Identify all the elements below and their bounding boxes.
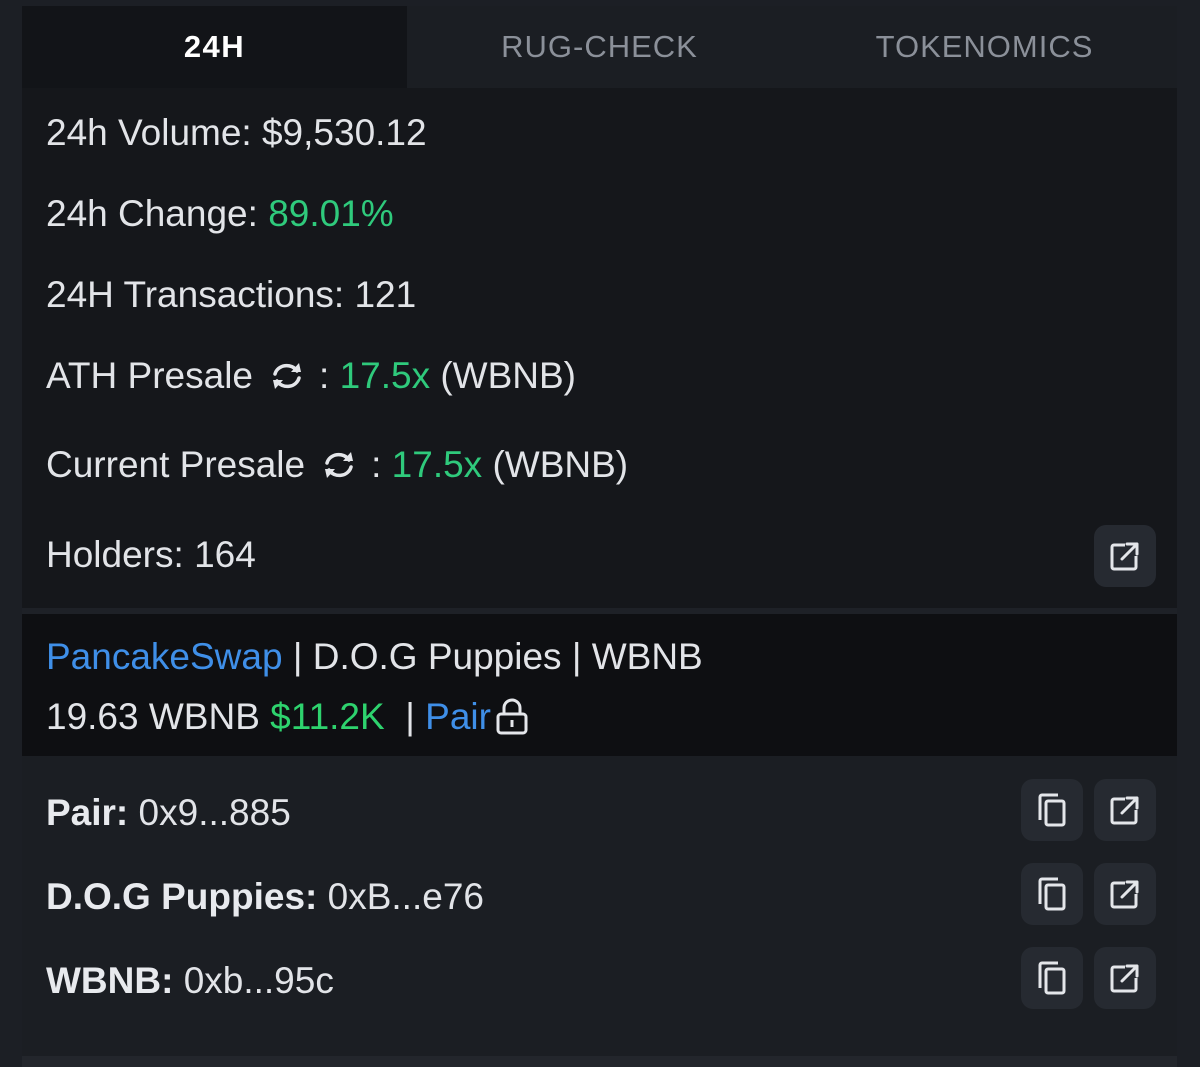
volume-stat: 24h Volume: $9,530.12: [46, 112, 427, 154]
current-presale-label: Current Presale: [46, 444, 306, 485]
external-link-button[interactable]: [1094, 779, 1156, 841]
lock-icon: [496, 698, 528, 735]
address-label: WBNB:: [46, 960, 184, 1001]
external-link-button[interactable]: [1094, 863, 1156, 925]
pair-sep: |: [561, 636, 592, 677]
pair-link[interactable]: Pair: [425, 696, 491, 738]
volume-value: $9,530.12: [261, 112, 427, 153]
copy-icon: [1038, 961, 1066, 995]
pair-token-name: D.O.G Puppies: [312, 636, 562, 677]
copy-icon: [1038, 877, 1066, 911]
ath-presale-unit: (WBNB): [440, 355, 577, 396]
ath-presale-value: 17.5x: [339, 355, 431, 396]
tab-rug-check[interactable]: RUG-CHECK: [407, 6, 792, 88]
pair-quote-name: WBNB: [591, 636, 703, 677]
address-label: Pair:: [46, 792, 139, 833]
pair-sep: |: [282, 636, 313, 677]
change-stat: 24h Change: 89.01%: [46, 193, 394, 235]
address-row-token: D.O.G Puppies: 0xB...e76: [46, 876, 484, 918]
tab-24h[interactable]: 24H: [22, 6, 407, 88]
current-presale-stat: Current Presale : 17.5x (WBNB): [46, 444, 628, 486]
change-label: 24h Change:: [46, 193, 269, 234]
address-value: 0xb...95c: [183, 960, 334, 1001]
divider: [22, 1056, 1177, 1067]
current-presale-value: 17.5x: [391, 444, 483, 485]
change-value: 89.01%: [268, 193, 394, 234]
holders-value: 164: [194, 534, 256, 575]
holders-label: Holders:: [46, 534, 195, 575]
ath-presale-sep: :: [319, 355, 340, 396]
copy-button[interactable]: [1021, 779, 1083, 841]
copy-button[interactable]: [1021, 863, 1083, 925]
liquidity-usd: $11.2K: [270, 696, 385, 737]
pair-summary: PancakeSwap | D.O.G Puppies | WBNB 19.63…: [22, 614, 1177, 756]
address-label: D.O.G Puppies:: [46, 876, 328, 917]
refresh-icon[interactable]: [319, 445, 359, 485]
transactions-value: 121: [354, 274, 417, 315]
token-info-panel: 24H RUG-CHECK TOKENOMICS 24h Volume: $9,…: [22, 6, 1177, 1067]
pair-title-line: PancakeSwap | D.O.G Puppies | WBNB: [46, 636, 703, 678]
address-row-wbnb: WBNB: 0xb...95c: [46, 960, 334, 1002]
address-list: Pair: 0x9...885 D.O.G Puppies: 0xB...e76: [22, 756, 1177, 1056]
external-link-icon: [1110, 964, 1139, 993]
current-presale-sep: :: [371, 444, 392, 485]
tab-bar: 24H RUG-CHECK TOKENOMICS: [22, 6, 1177, 88]
tab-tokenomics[interactable]: TOKENOMICS: [792, 6, 1177, 88]
copy-button[interactable]: [1021, 947, 1083, 1009]
pair-liquidity-line: 19.63 WBNB $11.2K | Pair: [46, 696, 529, 738]
external-link-icon: [1110, 542, 1139, 571]
address-value: 0xB...e76: [327, 876, 484, 917]
volume-label: 24h Volume:: [46, 112, 262, 153]
address-row-pair: Pair: 0x9...885: [46, 792, 291, 834]
pair-sep: |: [405, 696, 415, 737]
copy-icon: [1038, 793, 1066, 827]
holders-stat: Holders: 164: [46, 534, 256, 576]
dex-link[interactable]: PancakeSwap: [46, 636, 283, 678]
current-presale-unit: (WBNB): [492, 444, 629, 485]
liquidity-amount: 19.63 WBNB: [46, 696, 260, 737]
refresh-icon[interactable]: [267, 356, 307, 396]
transactions-label: 24H Transactions:: [46, 274, 355, 315]
holders-external-link-button[interactable]: [1094, 525, 1156, 587]
transactions-stat: 24H Transactions: 121: [46, 274, 416, 316]
ath-presale-stat: ATH Presale : 17.5x (WBNB): [46, 355, 576, 397]
external-link-button[interactable]: [1094, 947, 1156, 1009]
external-link-icon: [1110, 880, 1139, 909]
external-link-icon: [1110, 796, 1139, 825]
ath-presale-label: ATH Presale: [46, 355, 253, 396]
address-value: 0x9...885: [138, 792, 291, 833]
